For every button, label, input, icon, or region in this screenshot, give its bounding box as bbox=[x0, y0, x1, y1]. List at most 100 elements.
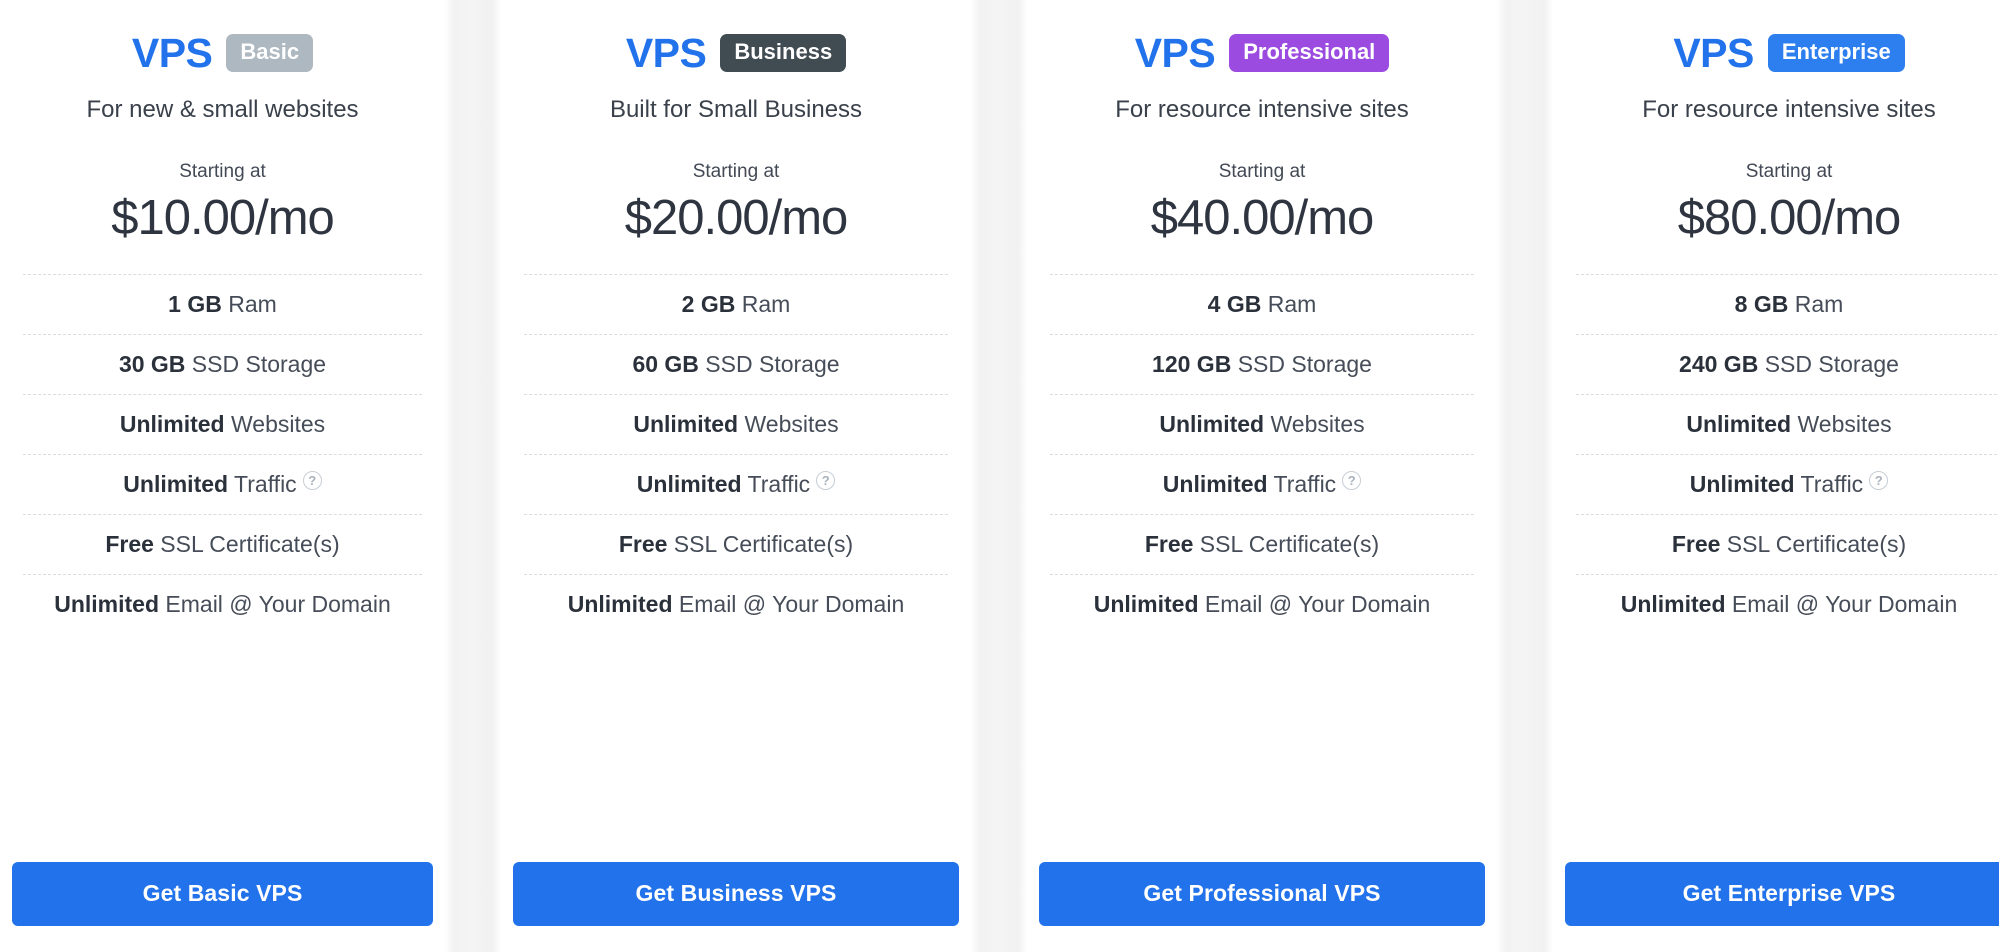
feature-value: Free bbox=[1671, 531, 1721, 558]
feature-label: SSD Storage bbox=[1231, 350, 1372, 377]
feature-row: Unlimited Websites bbox=[1576, 394, 1999, 454]
plan-card-basic: VPS Basic For new & small websites Starting… bbox=[0, 0, 445, 952]
feature-label: Websites bbox=[224, 411, 326, 438]
feature-label: SSD Storage bbox=[185, 350, 327, 377]
cta-container: Get Professional VPS bbox=[1039, 862, 1485, 952]
feature-label: Websites bbox=[1264, 411, 1365, 438]
feature-label: SSL Certificate(s) bbox=[667, 531, 854, 558]
plan-tier-badge: Enterprise bbox=[1767, 34, 1905, 72]
starting-at-label: Starting at bbox=[1218, 160, 1306, 182]
plan-tier-badge: Basic bbox=[226, 34, 314, 72]
feature-row: Unlimited Traffic? bbox=[1576, 454, 1999, 514]
feature-label: SSL Certificate(s) bbox=[1720, 531, 1907, 558]
help-circle-icon[interactable]: ? bbox=[1342, 471, 1362, 491]
feature-list: 4 GB Ram 120 GB SSD Storage Unlimited Webs… bbox=[1039, 273, 1485, 634]
plan-card-business: VPS Business Built for Small Business Start… bbox=[501, 0, 971, 952]
feature-label: Email @ Your Domain bbox=[159, 591, 391, 618]
plan-tagline: For new & small websites bbox=[86, 96, 359, 123]
plan-card-enterprise: VPS Enterprise For resource intensive site… bbox=[1553, 0, 1999, 952]
feature-label: Ram bbox=[1261, 290, 1317, 317]
feature-row: Unlimited Email @ Your Domain bbox=[524, 574, 948, 634]
help-circle-icon[interactable]: ? bbox=[1869, 471, 1889, 491]
feature-list: 2 GB Ram 60 GB SSD Storage Unlimited Websi… bbox=[513, 273, 959, 634]
starting-at-label: Starting at bbox=[692, 160, 780, 182]
card-gutter bbox=[971, 0, 1027, 952]
price-amount: $10.00/mo bbox=[111, 190, 335, 245]
feature-row: Free SSL Certificate(s) bbox=[1050, 514, 1474, 574]
feature-value: Unlimited bbox=[567, 591, 673, 618]
plan-tagline: For resource intensive sites bbox=[1642, 96, 1936, 123]
cta-container: Get Basic VPS bbox=[12, 862, 433, 952]
feature-list: 8 GB Ram 240 GB SSD Storage Unlimited Webs… bbox=[1565, 273, 1999, 634]
get-plan-button[interactable]: Get Basic VPS bbox=[12, 862, 433, 926]
feature-label: Ram bbox=[735, 290, 791, 317]
feature-label: SSL Certificate(s) bbox=[153, 531, 340, 558]
feature-value: 1 GB bbox=[168, 290, 222, 317]
feature-label: SSL Certificate(s) bbox=[1193, 531, 1380, 558]
plan-header: VPS Professional bbox=[1039, 30, 1485, 76]
price-block: Starting at $40.00/mo bbox=[1039, 161, 1485, 246]
price-block: Starting at $10.00/mo bbox=[12, 161, 433, 246]
feature-label: Traffic bbox=[741, 471, 811, 498]
help-circle-icon[interactable]: ? bbox=[302, 471, 322, 491]
feature-value: Unlimited bbox=[1689, 471, 1795, 498]
feature-value: Free bbox=[1144, 531, 1194, 558]
feature-value: 2 GB bbox=[681, 290, 736, 317]
pricing-plans-row: VPS Basic For new & small websites Starting… bbox=[0, 0, 1999, 952]
feature-value: Unlimited bbox=[123, 471, 229, 498]
feature-value: 4 GB bbox=[1207, 290, 1262, 317]
feature-value: 60 GB bbox=[632, 350, 699, 377]
starting-at-label: Starting at bbox=[179, 160, 266, 182]
plan-brand-label: VPS bbox=[131, 29, 213, 76]
feature-row: Free SSL Certificate(s) bbox=[524, 514, 948, 574]
feature-label: Websites bbox=[738, 411, 839, 438]
feature-value: Unlimited bbox=[636, 471, 742, 498]
feature-row: Unlimited Websites bbox=[1050, 394, 1474, 454]
feature-row: Free SSL Certificate(s) bbox=[1576, 514, 1999, 574]
plan-brand-label: VPS bbox=[625, 29, 707, 76]
price-amount: $40.00/mo bbox=[1150, 190, 1375, 245]
get-plan-button[interactable]: Get Professional VPS bbox=[1039, 862, 1485, 926]
price-block: Starting at $20.00/mo bbox=[513, 161, 959, 246]
feature-label: Email @ Your Domain bbox=[672, 591, 905, 618]
feature-value: Unlimited bbox=[1093, 591, 1199, 618]
feature-value: Unlimited bbox=[1159, 411, 1265, 438]
feature-row: 8 GB Ram bbox=[1576, 273, 1999, 334]
feature-row: Unlimited Websites bbox=[23, 394, 422, 454]
feature-row: 30 GB SSD Storage bbox=[23, 333, 422, 394]
feature-row: 2 GB Ram bbox=[524, 273, 948, 334]
feature-value: 30 GB bbox=[118, 350, 186, 377]
plan-header: VPS Basic bbox=[12, 30, 433, 76]
card-gutter bbox=[1497, 0, 1553, 952]
help-circle-icon[interactable]: ? bbox=[816, 471, 836, 491]
get-plan-button[interactable]: Get Business VPS bbox=[513, 862, 959, 926]
feature-value: Free bbox=[618, 531, 668, 558]
feature-label: SSD Storage bbox=[698, 350, 840, 377]
feature-row: 4 GB Ram bbox=[1050, 273, 1474, 334]
feature-value: Unlimited bbox=[54, 591, 160, 618]
feature-row: Unlimited Traffic? bbox=[1050, 454, 1474, 514]
cta-container: Get Business VPS bbox=[513, 862, 959, 952]
feature-value: 8 GB bbox=[1734, 290, 1789, 317]
plan-brand-label: VPS bbox=[1134, 29, 1216, 76]
feature-label: Traffic bbox=[228, 471, 297, 498]
feature-label: Email @ Your Domain bbox=[1725, 591, 1958, 618]
feature-row: 240 GB SSD Storage bbox=[1576, 333, 1999, 394]
plan-tier-badge: Business bbox=[720, 34, 847, 72]
feature-row: 120 GB SSD Storage bbox=[1050, 333, 1474, 394]
feature-list: 1 GB Ram 30 GB SSD Storage Unlimited Websi… bbox=[12, 273, 433, 634]
plan-header: VPS Business bbox=[513, 30, 959, 76]
feature-label: Traffic bbox=[1794, 471, 1864, 498]
feature-label: SSD Storage bbox=[1758, 350, 1899, 377]
price-amount: $20.00/mo bbox=[624, 190, 849, 245]
feature-label: Websites bbox=[1791, 411, 1892, 438]
feature-value: Unlimited bbox=[119, 411, 225, 438]
feature-value: Unlimited bbox=[1686, 411, 1792, 438]
feature-label: Traffic bbox=[1267, 471, 1337, 498]
plan-tagline: Built for Small Business bbox=[609, 96, 863, 123]
feature-row: Unlimited Websites bbox=[524, 394, 948, 454]
starting-at-label: Starting at bbox=[1745, 160, 1833, 182]
get-plan-button[interactable]: Get Enterprise VPS bbox=[1565, 862, 1999, 926]
plan-brand-label: VPS bbox=[1673, 29, 1754, 76]
feature-row: Unlimited Email @ Your Domain bbox=[1576, 574, 1999, 634]
